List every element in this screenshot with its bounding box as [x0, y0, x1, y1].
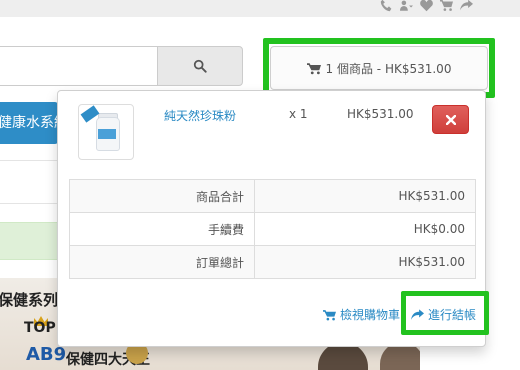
- close-icon: [445, 114, 456, 125]
- top-icon-group: [376, 0, 476, 13]
- cart-totals-table: 商品合計 HK$531.00 手續費 HK$0.00 訂單總計 HK$531.0…: [69, 179, 476, 279]
- table-row: 手續費 HK$0.00: [69, 212, 476, 246]
- totals-label: 訂單總計: [69, 245, 255, 279]
- banner-title: 保健系列: [0, 291, 59, 309]
- banner-top-badge: TOP: [24, 320, 56, 336]
- user-icon[interactable]: [396, 0, 416, 13]
- search-input[interactable]: [0, 46, 157, 86]
- totals-label: 商品合計: [69, 179, 255, 213]
- top-bar: [0, 0, 520, 17]
- divider: [0, 160, 60, 161]
- totals-value: HK$531.00: [254, 245, 476, 279]
- heart-icon[interactable]: [416, 0, 436, 13]
- cart-item-qty: x 1: [289, 107, 308, 121]
- search-button[interactable]: [157, 46, 243, 86]
- totals-value: HK$0.00: [254, 212, 476, 246]
- totals-label: 手續費: [69, 212, 255, 246]
- phone-icon[interactable]: [376, 0, 396, 13]
- cart-dropdown: 純天然珍珠粉 x 1 HK$531.00 商品合計 HK$531.00 手續費 …: [57, 90, 489, 347]
- remove-item-button[interactable]: [432, 105, 469, 134]
- category-menu-label: 健康水系統: [0, 115, 58, 131]
- banner-top-badge-text: TOP: [24, 320, 56, 336]
- divider: [0, 203, 60, 204]
- cart-button-highlight: [263, 38, 495, 98]
- cart-icon: [323, 309, 336, 320]
- product-thumbnail[interactable]: [78, 104, 134, 160]
- banner-logo: AB9: [26, 344, 67, 365]
- category-menu-button[interactable]: 健康水系統: [0, 102, 58, 144]
- totals-value: HK$531.00: [254, 179, 476, 213]
- checkout-highlight: [401, 291, 489, 335]
- cart-item-name[interactable]: 純天然珍珠粉: [164, 107, 236, 124]
- view-cart-label: 檢視購物車: [340, 308, 401, 322]
- share-icon[interactable]: [456, 0, 476, 13]
- bottle-label: [98, 129, 116, 139]
- cart-item-price: HK$531.00: [347, 107, 414, 121]
- table-row: 訂單總計 HK$531.00: [69, 245, 476, 279]
- success-alert: [0, 222, 60, 260]
- cart-icon[interactable]: [436, 0, 456, 13]
- search-icon: [193, 59, 207, 73]
- view-cart-link[interactable]: 檢視購物車: [323, 306, 400, 323]
- table-row: 商品合計 HK$531.00: [69, 179, 476, 213]
